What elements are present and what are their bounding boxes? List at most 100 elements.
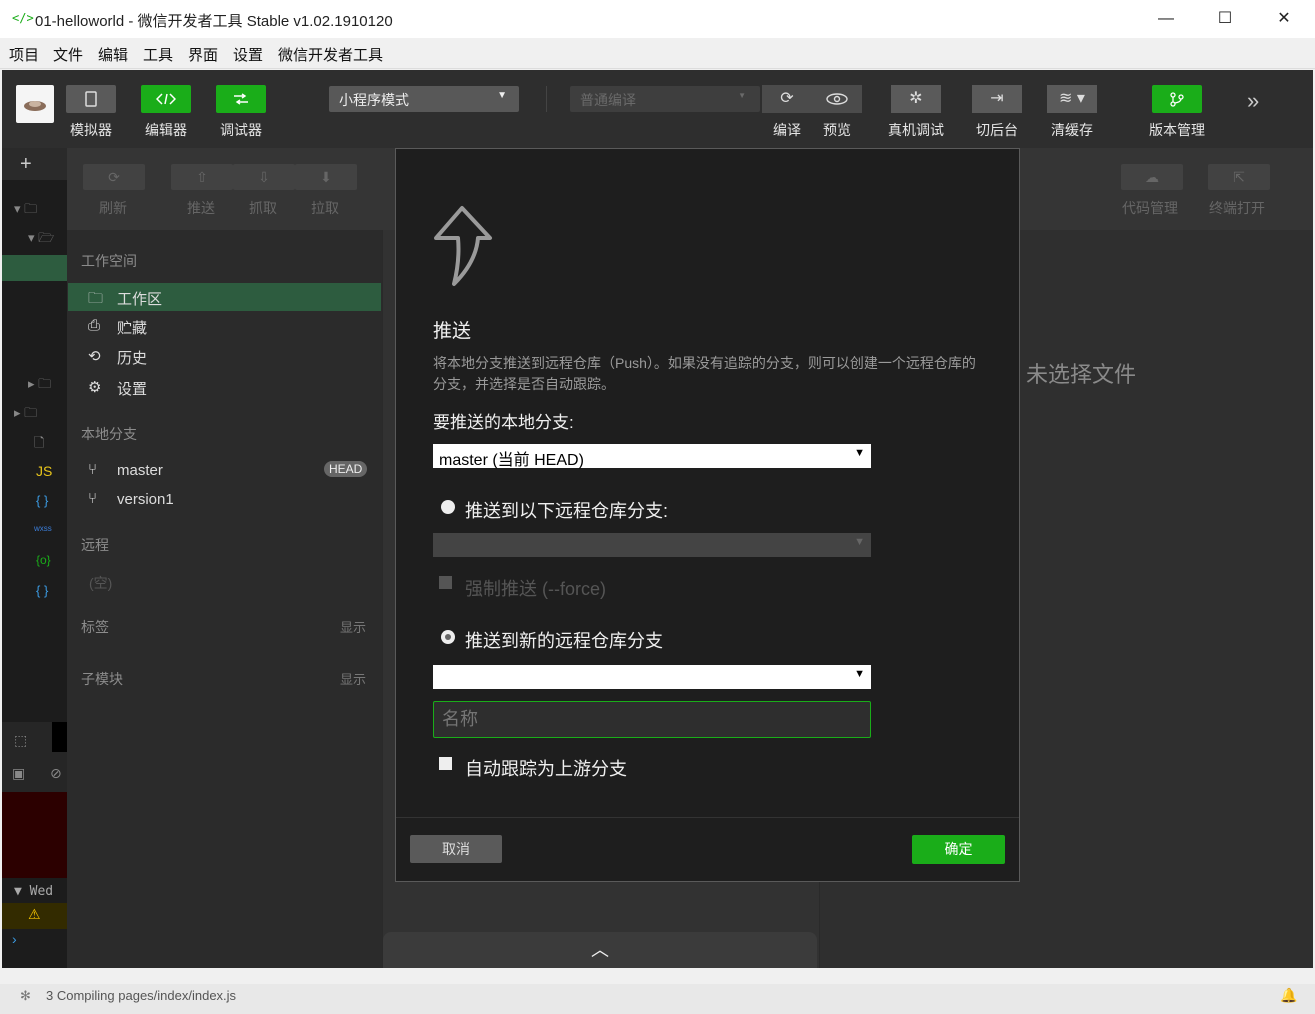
config-file-icon[interactable]: {o} — [36, 553, 51, 567]
remote-select[interactable]: ▼ — [433, 665, 871, 689]
gear-icon: ⚙ — [88, 379, 102, 396]
inspect-icon[interactable]: ⬚ — [14, 732, 27, 749]
minimize-button[interactable]: — — [1154, 8, 1178, 30]
play-panel-icon[interactable]: ▣ — [12, 765, 25, 782]
expand-panel-handle[interactable]: ︿ — [383, 932, 817, 968]
fetch-icon[interactable]: ⇩ — [233, 164, 295, 190]
spinner-icon: ✻ — [20, 988, 31, 1003]
force-push-checkbox[interactable] — [439, 576, 452, 589]
json-file-icon[interactable]: { } — [36, 493, 48, 508]
add-icon[interactable]: + — [20, 153, 32, 176]
branch-icon: ⑂ — [88, 490, 98, 507]
remote-branch-select[interactable]: ▼ — [433, 533, 871, 557]
submodule-header: 子模块 — [81, 671, 123, 687]
menu-settings[interactable]: 设置 — [233, 44, 263, 65]
refresh-compile-icon[interactable]: ⟳ — [762, 85, 812, 113]
open-external-icon[interactable]: ⇱ — [1208, 164, 1270, 190]
push-label: 推送 — [187, 200, 215, 216]
preview-label: 预览 — [823, 122, 851, 138]
version-label: 版本管理 — [1149, 122, 1205, 138]
switch-background-icon[interactable]: ⇥ — [972, 85, 1022, 113]
folder-icon[interactable]: ▸ 🗀 — [14, 404, 37, 426]
phone-icon[interactable] — [66, 85, 116, 113]
compile-mode-select[interactable]: 普通编译 ▼ — [570, 86, 760, 112]
json-file-icon[interactable]: { } — [36, 583, 48, 598]
chevron-down-icon: ▼ — [738, 91, 746, 100]
toolbar-divider — [546, 86, 547, 112]
compile-mode-value: 普通编译 — [580, 92, 636, 108]
push-icon[interactable]: ⇧ — [171, 164, 233, 190]
remote-empty: (空) — [89, 575, 113, 591]
eye-icon[interactable] — [812, 85, 862, 113]
debug-icon[interactable] — [216, 85, 266, 113]
layers-icon[interactable]: ≋ ▾ — [1047, 85, 1097, 113]
avatar[interactable] — [16, 85, 54, 123]
menu-wechat-devtools[interactable]: 微信开发者工具 — [278, 44, 383, 65]
debugger-label: 调试器 — [220, 122, 262, 138]
close-button[interactable]: ✕ — [1272, 8, 1296, 30]
file-icon[interactable]: 🗋 — [34, 434, 44, 456]
workspace-selected-row[interactable] — [68, 283, 381, 311]
console-prompt-icon[interactable]: › — [12, 931, 17, 947]
bug-icon[interactable]: ✲ — [891, 85, 941, 113]
folder-icon[interactable]: ▸ 🗀 — [28, 375, 51, 397]
confirm-button[interactable]: 确定 — [912, 835, 1005, 864]
push-dialog: 推送 将本地分支推送到远程仓库（Push）。如果没有追踪的分支，则可以创建一个远… — [395, 148, 1020, 882]
console-error-area — [2, 792, 67, 878]
branch-master[interactable]: master — [117, 462, 163, 479]
maximize-button[interactable]: ☐ — [1213, 8, 1237, 30]
pull-icon[interactable]: ⬇ — [295, 164, 357, 190]
status-text: 3 Compiling pages/index/index.js — [46, 988, 237, 1003]
more-icon[interactable]: » — [1247, 88, 1259, 114]
branch-version1[interactable]: version1 — [117, 491, 174, 508]
radio-existing-remote[interactable] — [441, 500, 455, 514]
dialog-title: 推送 — [433, 321, 472, 342]
bell-icon[interactable]: 🔔 — [1280, 987, 1297, 1004]
wxss-file-icon[interactable]: wxss — [34, 524, 52, 533]
nav-stash[interactable]: 贮藏 — [117, 317, 147, 338]
js-file-icon[interactable]: JS — [36, 463, 52, 479]
remote-header: 远程 — [81, 537, 109, 553]
submodule-show-link[interactable]: 显示 — [340, 669, 366, 688]
app-logo-icon: </> — [12, 11, 34, 25]
tags-show-link[interactable]: 显示 — [340, 617, 366, 636]
refresh-icon[interactable]: ⟳ — [83, 164, 145, 190]
selected-file-row[interactable] — [2, 255, 67, 281]
branch-icon[interactable] — [1152, 85, 1202, 113]
nav-history[interactable]: 历史 — [117, 347, 147, 368]
terminal-label: 终端打开 — [1209, 200, 1265, 216]
local-branch-value: master (当前 HEAD) — [439, 452, 584, 469]
menu-project[interactable]: 项目 — [9, 44, 39, 65]
window-title: 01-helloworld - 微信开发者工具 Stable v1.02.191… — [35, 13, 393, 30]
cancel-button[interactable]: 取消 — [410, 835, 502, 863]
mode-select[interactable]: 小程序模式 ▼ — [329, 86, 519, 112]
option-existing-remote-label: 推送到以下远程仓库分支: — [465, 501, 668, 521]
fetch-label: 抓取 — [249, 200, 277, 216]
cloud-code-icon[interactable]: ☁ — [1121, 164, 1183, 190]
history-icon: ⟲ — [88, 348, 101, 365]
warning-icon: ⚠ — [28, 906, 41, 922]
menu-tools[interactable]: 工具 — [143, 44, 173, 65]
push-arrow-icon — [434, 206, 492, 286]
code-mgmt-label: 代码管理 — [1122, 200, 1178, 216]
menu-interface[interactable]: 界面 — [188, 44, 218, 65]
folder-open-icon[interactable]: ▾ 🗁 — [28, 229, 54, 251]
dropdown-arrow-icon: ▼ — [854, 668, 865, 680]
clear-console-icon[interactable]: ⊘ — [50, 765, 62, 782]
local-branch-select[interactable]: master (当前 HEAD) ▼ — [433, 444, 871, 469]
new-branch-name-input[interactable] — [433, 701, 871, 738]
nav-workspace[interactable]: 工作区 — [117, 288, 162, 309]
auto-track-checkbox[interactable] — [439, 757, 452, 770]
auto-track-label: 自动跟踪为上游分支 — [465, 759, 627, 779]
menu-file[interactable]: 文件 — [53, 44, 83, 65]
file-tree-header — [2, 148, 67, 180]
folder-icon[interactable]: ▾ 🗀 — [14, 200, 37, 222]
nav-settings[interactable]: 设置 — [117, 378, 147, 399]
window-title-bar: </> 01-helloworld - 微信开发者工具 Stable v1.02… — [0, 0, 1315, 38]
workspace-header: 工作空间 — [81, 253, 137, 269]
folder-icon: 🗀 — [88, 290, 104, 307]
simulator-label: 模拟器 — [70, 122, 112, 138]
radio-new-remote[interactable] — [441, 630, 455, 644]
code-icon[interactable] — [141, 85, 191, 113]
menu-edit[interactable]: 编辑 — [98, 44, 128, 65]
